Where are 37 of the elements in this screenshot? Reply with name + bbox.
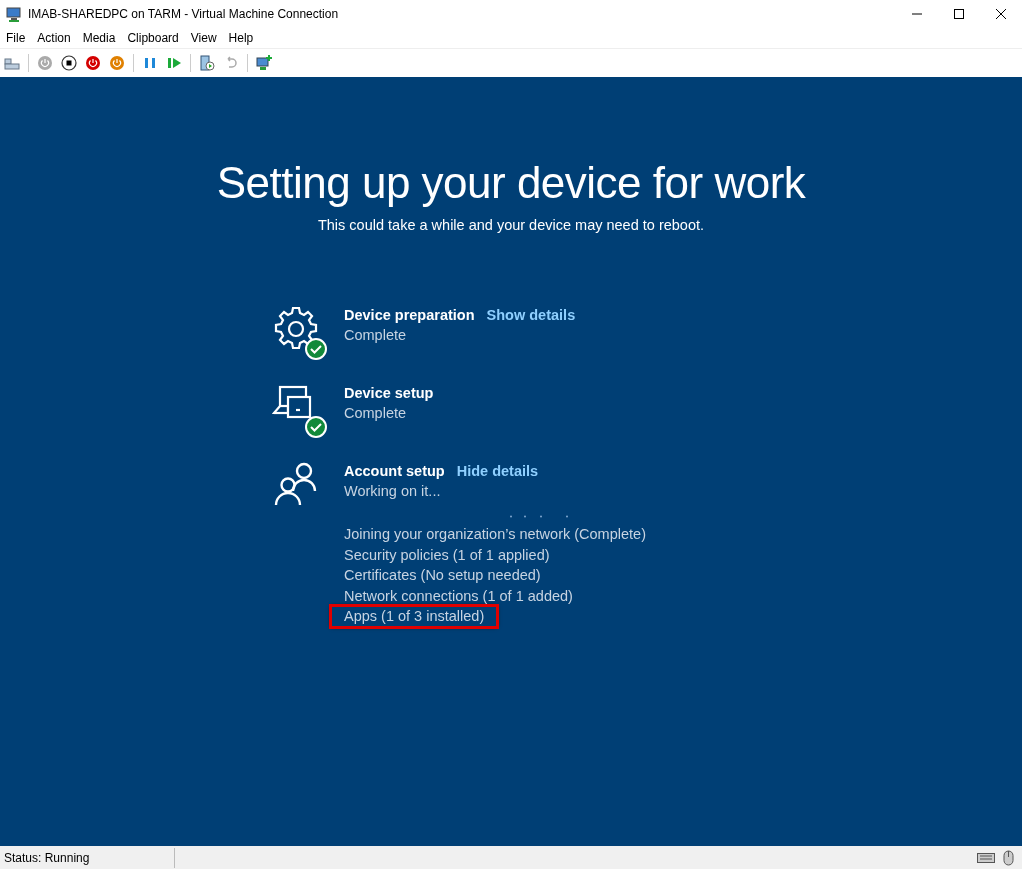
mouse-icon <box>1003 850 1014 866</box>
menu-item[interactable]: Clipboard <box>121 30 185 45</box>
close-button[interactable] <box>996 8 1006 19</box>
checkpoint-icon[interactable] <box>199 55 215 71</box>
power-icon[interactable] <box>85 55 101 71</box>
detail-text: Joining your organization’s network (Complete) <box>344 525 646 544</box>
power-icon[interactable] <box>37 55 53 71</box>
step-status: Complete <box>344 404 408 423</box>
keyboard-keys-icon[interactable] <box>4 55 20 71</box>
step-title: Account setup <box>344 462 445 481</box>
step-title: Device setup <box>344 384 434 403</box>
step-status: Working on it... <box>344 482 442 501</box>
step-title: Device preparation <box>344 306 475 325</box>
menu-item[interactable]: Help <box>222 30 260 45</box>
menu-item[interactable]: File <box>0 30 32 45</box>
status-text: Status: Running <box>0 848 175 868</box>
keyboard-icon <box>977 850 995 866</box>
window-title: IMAB-SHAREDPC on TARM - Virtual Machine Connection <box>28 6 340 21</box>
detail-text: Certificates (No setup needed) <box>344 566 541 585</box>
detail-text: Security policies (1 of 1 applied) <box>344 545 550 565</box>
detail-text: Network connections (1 of 1 added) <box>344 586 573 606</box>
stop-icon[interactable] <box>61 55 77 71</box>
menu-item[interactable]: View <box>184 30 223 45</box>
menu-item[interactable]: Media <box>76 30 122 45</box>
menu-item[interactable]: Action <box>31 30 77 45</box>
monitor-plus-icon[interactable] <box>256 55 272 71</box>
details-link[interactable]: Hide details <box>456 461 539 481</box>
vm-monitor-icon <box>6 5 22 22</box>
page-heading: Setting up your device for work <box>215 157 807 209</box>
subtitle: This could take a while and your device may need to reboot. <box>316 217 706 233</box>
power-icon[interactable] <box>109 55 125 71</box>
pause-icon[interactable] <box>142 55 158 71</box>
play-icon[interactable] <box>166 55 182 71</box>
step-status: Complete <box>344 326 408 345</box>
details-link[interactable]: Show details <box>486 305 576 325</box>
highlighted-detail-text: Apps (1 of 3 installed) <box>331 606 498 627</box>
maximize-button[interactable] <box>954 8 964 19</box>
